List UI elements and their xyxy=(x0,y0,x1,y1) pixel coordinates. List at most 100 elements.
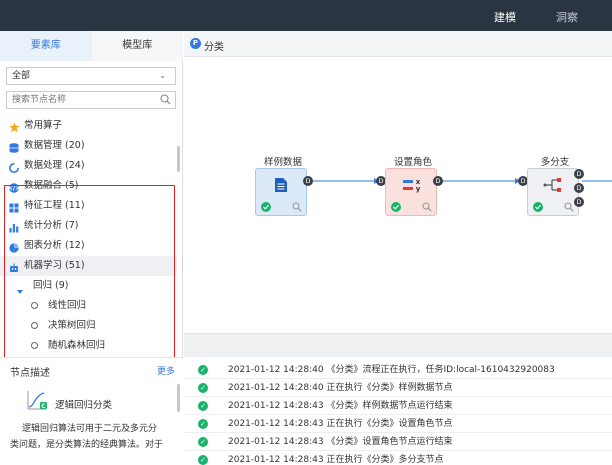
node-description-title: 节点描述 xyxy=(10,368,50,379)
tree-item-label: 回归 (9) xyxy=(33,280,69,291)
flow-title: 分类 xyxy=(204,42,224,53)
tree-item-regression[interactable]: 回归 (9) xyxy=(0,276,177,296)
node-multi-branch[interactable] xyxy=(527,168,579,216)
svg-text:C: C xyxy=(41,403,46,410)
document-icon xyxy=(274,177,288,196)
status-ok-icon xyxy=(391,202,401,215)
output-port[interactable]: D xyxy=(574,169,584,179)
tree-item-label: 线性回归 xyxy=(48,300,87,311)
more-link[interactable]: 更多 xyxy=(157,364,175,377)
robot-icon xyxy=(9,261,19,272)
sidebar: 要素库 模型库 全部 ⌄ 常用算子 数据管理 (20) 数据处理 (24) </… xyxy=(0,31,183,465)
canvas-header: P 分类 xyxy=(184,31,612,57)
node-description-header: 节点描述 更多 xyxy=(0,357,183,381)
circle-icon xyxy=(31,342,38,349)
output-port[interactable]: D xyxy=(303,176,313,186)
log-row: ✓ 2021-01-12 14:28:43 《分类》设置角色节点运行结束 xyxy=(184,433,612,451)
check-icon: ✓ xyxy=(198,437,208,447)
tree-item-label: 统计分析 (7) xyxy=(24,220,79,231)
tree-scrollbar[interactable] xyxy=(177,146,180,172)
tab-element-library[interactable]: 要素库 xyxy=(0,31,92,61)
tree-item-chart-analysis[interactable]: 图表分析 (12) xyxy=(0,236,177,256)
output-port[interactable]: D xyxy=(433,176,443,186)
log-message: 2021-01-12 14:28:43 《分类》样例数据节点运行结束 xyxy=(228,401,453,411)
flow-logo-icon: P xyxy=(190,38,201,49)
node-search xyxy=(6,91,176,109)
category-select[interactable]: 全部 ⌄ xyxy=(6,67,176,85)
caret-down-icon xyxy=(17,283,23,294)
log-message: 2021-01-12 14:28:43 《分类》设置角色节点运行结束 xyxy=(228,437,453,447)
database-icon xyxy=(9,141,19,153)
run-log: ✓ 2021-01-12 14:28:40 《分类》流程正在执行，任务ID:lo… xyxy=(184,357,612,465)
star-icon xyxy=(9,121,20,133)
check-icon: ✓ xyxy=(198,401,208,411)
log-row: ✓ 2021-01-12 14:28:40 正在执行《分类》样例数据节点 xyxy=(184,379,612,397)
bar-chart-icon xyxy=(9,221,19,233)
nav-modeling[interactable]: 建模 xyxy=(494,9,516,25)
chevron-down-icon: ⌄ xyxy=(159,71,166,80)
tree-item-linear-regression[interactable]: 线性回归 xyxy=(0,296,177,316)
description-scrollbar[interactable] xyxy=(177,384,180,412)
log-row: ✓ 2021-01-12 14:28:43 正在执行《分类》多分支节点 xyxy=(184,451,612,465)
pie-chart-icon xyxy=(9,241,19,253)
log-panel-header xyxy=(184,333,612,357)
check-icon: ✓ xyxy=(198,455,208,465)
check-icon: ✓ xyxy=(198,419,208,429)
tree-item-label: 数据处理 (24) xyxy=(24,160,85,171)
grid-icon xyxy=(9,201,19,213)
circle-icon xyxy=(31,302,38,309)
circle-icon xyxy=(31,322,38,329)
log-message: 2021-01-12 14:28:43 正在执行《分类》多分支节点 xyxy=(228,455,444,465)
tab-model-library[interactable]: 模型库 xyxy=(91,31,183,61)
tree-item-label: 特征工程 (11) xyxy=(24,200,85,211)
process-icon xyxy=(9,161,19,173)
tree-item-label: 常用算子 xyxy=(24,120,63,131)
set-role-icon: xy xyxy=(402,177,422,196)
node-description-text: 类问题，是分类算法的经典算法。对于 xyxy=(10,440,164,450)
node-description-card: C 逻辑回归分类 逻辑回归算法可用于二元及多元分 类问题，是分类算法的经典算法。… xyxy=(0,381,183,465)
status-ok-icon xyxy=(533,202,543,215)
log-row: ✓ 2021-01-12 14:28:43 《分类》样例数据节点运行结束 xyxy=(184,397,612,415)
node-label: 样例数据 xyxy=(263,157,302,168)
node-label: 多分支 xyxy=(540,157,570,168)
node-set-role[interactable]: xy xyxy=(385,168,437,216)
tree-item-statistics[interactable]: 统计分析 (7) xyxy=(0,216,177,236)
check-icon: ✓ xyxy=(198,365,208,375)
flow-canvas[interactable]: 样例数据 D 设置角色 D xy D 多分支 D D D D xyxy=(184,57,612,333)
top-bar: 建模 洞察 xyxy=(0,0,612,31)
inspect-icon[interactable] xyxy=(422,202,432,215)
node-title: 逻辑回归分类 xyxy=(55,400,113,411)
tree-item-label: 数据管理 (20) xyxy=(24,140,85,151)
tree-item-label: 图表分析 (12) xyxy=(24,240,85,251)
tree-item-label: 决策树回归 xyxy=(48,320,96,331)
tree-item-data-management[interactable]: 数据管理 (20) xyxy=(0,136,177,156)
branch-icon xyxy=(543,177,563,196)
tree-item-decision-tree-regression[interactable]: 决策树回归 xyxy=(0,316,177,336)
node-label: 设置角色 xyxy=(393,157,432,168)
fusion-icon: </> xyxy=(8,181,20,193)
output-port[interactable]: D xyxy=(574,183,584,193)
category-select-value: 全部 xyxy=(12,71,31,81)
logistic-regression-icon: C xyxy=(26,389,48,414)
inspect-icon[interactable] xyxy=(292,202,302,215)
tree-item-common[interactable]: 常用算子 xyxy=(0,116,177,136)
tree-item-random-forest-regression[interactable]: 随机森林回归 xyxy=(0,336,177,356)
check-icon: ✓ xyxy=(198,383,208,393)
tree-item-data-processing[interactable]: 数据处理 (24) xyxy=(0,156,177,176)
svg-text:y: y xyxy=(416,185,421,193)
node-sample-data[interactable] xyxy=(255,168,307,216)
log-message: 2021-01-12 14:28:40 《分类》流程正在执行，任务ID:loca… xyxy=(228,365,555,375)
nav-insight[interactable]: 洞察 xyxy=(556,9,578,25)
inspect-icon[interactable] xyxy=(564,202,574,215)
search-icon[interactable] xyxy=(160,94,171,108)
tree-item-machine-learning[interactable]: 机器学习 (51) xyxy=(0,256,177,276)
tree-item-data-fusion[interactable]: </> 数据融合 (5) xyxy=(0,176,177,196)
tree-item-label: 机器学习 (51) xyxy=(24,260,85,271)
svg-text:</>: </> xyxy=(9,185,19,192)
tree-item-feature-engineering[interactable]: 特征工程 (11) xyxy=(0,196,177,216)
log-row: ✓ 2021-01-12 14:28:43 正在执行《分类》设置角色节点 xyxy=(184,415,612,433)
node-search-input[interactable] xyxy=(7,92,147,108)
output-port[interactable]: D xyxy=(574,197,584,207)
tree-item-label: 随机森林回归 xyxy=(48,340,106,351)
log-message: 2021-01-12 14:28:40 正在执行《分类》样例数据节点 xyxy=(228,383,453,393)
